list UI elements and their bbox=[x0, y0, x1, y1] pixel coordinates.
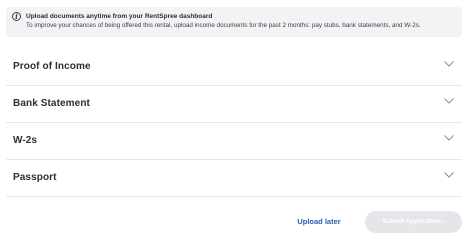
chevron-down-icon[interactable] bbox=[444, 172, 454, 178]
section-proof-of-income[interactable]: Proof of Income bbox=[6, 49, 462, 86]
document-sections: Proof of Income Bank Statement W-2s Pass… bbox=[6, 49, 462, 197]
info-icon: i bbox=[12, 12, 21, 21]
section-w2s[interactable]: W-2s bbox=[6, 123, 462, 160]
section-label: Proof of Income bbox=[13, 61, 91, 72]
section-label: Passport bbox=[13, 172, 57, 183]
section-label: W-2s bbox=[13, 135, 38, 146]
chevron-down-icon[interactable] bbox=[444, 98, 454, 104]
upload-later-link[interactable]: Upload later bbox=[290, 214, 348, 230]
info-banner: i Upload documents anytime from your Ren… bbox=[6, 7, 462, 37]
submit-button-label: Submit Application bbox=[382, 218, 441, 225]
section-bank-statement[interactable]: Bank Statement bbox=[6, 86, 462, 123]
banner-title: Upload documents anytime from your RentS… bbox=[26, 13, 213, 20]
chevron-down-icon[interactable] bbox=[444, 135, 454, 141]
chevron-down-icon[interactable] bbox=[444, 61, 454, 67]
banner-text: To improve your chances of being offered… bbox=[26, 22, 421, 29]
submit-application-button[interactable]: Submit Application › bbox=[365, 211, 462, 233]
chevron-right-icon: › bbox=[442, 218, 445, 225]
section-label: Bank Statement bbox=[13, 98, 90, 109]
section-passport[interactable]: Passport bbox=[6, 160, 462, 197]
